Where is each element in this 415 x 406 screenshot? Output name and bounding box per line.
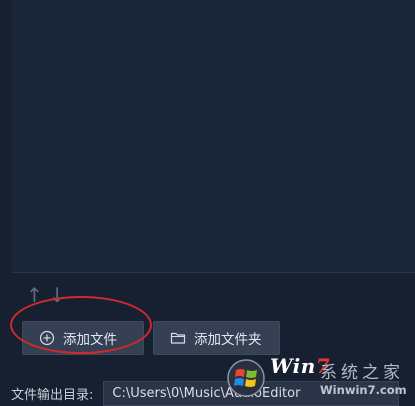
watermark-brand: Win7 (270, 354, 330, 378)
output-directory-row: 文件输出目录: C:\Users\0\Music\AudioEditor (0, 381, 415, 406)
sort-controls: ↑ ↓ (26, 284, 66, 306)
add-file-button[interactable]: 添加文件 (22, 321, 144, 355)
plus-circle-icon (39, 330, 55, 346)
folder-icon (170, 332, 186, 344)
arrow-down-icon[interactable]: ↓ (49, 284, 66, 306)
add-folder-button[interactable]: 添加文件夹 (153, 321, 280, 355)
file-list-panel[interactable] (12, 0, 415, 273)
add-file-label: 添加文件 (63, 332, 117, 348)
output-directory-field[interactable]: C:\Users\0\Music\AudioEditor (103, 381, 400, 406)
watermark-brand-cn: 系统之家 (320, 363, 404, 383)
output-directory-label: 文件输出目录: (11, 388, 94, 403)
arrow-up-icon[interactable]: ↑ (26, 284, 43, 306)
watermark-brand-number: 7 (315, 354, 331, 378)
add-folder-label: 添加文件夹 (194, 332, 262, 348)
watermark-brand-prefix: Win (270, 354, 316, 378)
